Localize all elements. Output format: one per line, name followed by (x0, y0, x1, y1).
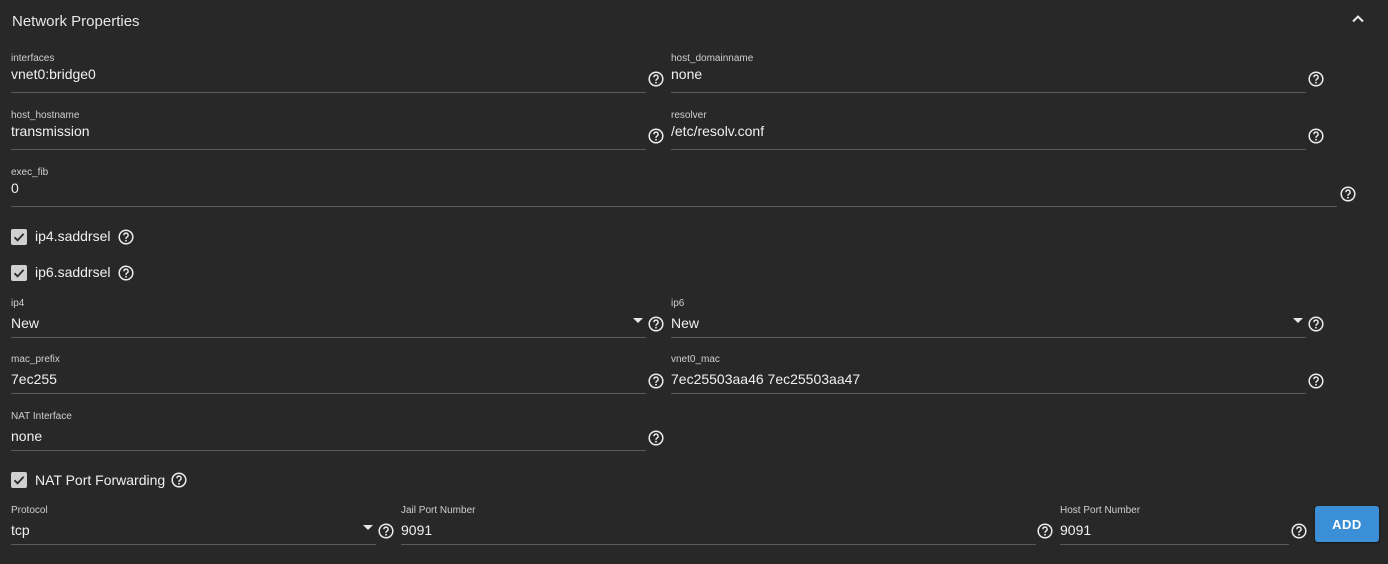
help-icon[interactable] (648, 316, 664, 332)
field-underline (11, 393, 646, 394)
mac-prefix-field[interactable]: mac_prefix 7ec255 (11, 354, 646, 394)
help-icon[interactable] (648, 373, 664, 389)
field-underline (11, 206, 1337, 207)
dropdown-arrow-icon[interactable] (633, 318, 643, 323)
nat-interface-input[interactable]: none (11, 428, 42, 444)
dropdown-arrow-icon[interactable] (1293, 318, 1303, 323)
field-label: ip6 (671, 298, 685, 309)
help-icon[interactable] (648, 71, 664, 87)
ip4-selected-value: New (11, 315, 40, 331)
nat-port-forwarding-checkbox[interactable] (11, 472, 27, 488)
field-underline (671, 149, 1306, 150)
field-label: vnet0_mac (671, 354, 720, 365)
field-label: resolver (671, 110, 707, 121)
jail-port-input[interactable]: 9091 (401, 522, 432, 538)
resolver-field[interactable]: resolver /etc/resolv.conf (671, 110, 1306, 150)
protocol-select[interactable]: Protocol tcp (11, 505, 376, 545)
help-icon[interactable] (1308, 71, 1324, 87)
ip4-saddrsel-label: ip4.saddrsel (35, 228, 111, 244)
ip6-saddrsel-label: ip6.saddrsel (35, 264, 111, 280)
help-icon[interactable] (118, 265, 134, 281)
ip4-saddrsel-checkbox[interactable] (11, 229, 27, 245)
field-underline (671, 393, 1306, 394)
host-domainname-input[interactable]: none (671, 66, 702, 82)
host-domainname-field[interactable]: host_domainname none (671, 53, 1306, 93)
field-label: Host Port Number (1060, 505, 1141, 516)
vnet0-mac-field[interactable]: vnet0_mac 7ec25503aa46 7ec25503aa47 (671, 354, 1306, 394)
vnet0-mac-input[interactable]: 7ec25503aa46 7ec25503aa47 (671, 371, 860, 387)
add-button[interactable]: ADD (1315, 506, 1379, 542)
help-icon[interactable] (648, 430, 664, 446)
ip6-selected-value: New (671, 315, 700, 331)
help-icon[interactable] (1291, 523, 1307, 539)
field-label: exec_fib (11, 167, 49, 178)
ip6-select[interactable]: ip6 New (671, 298, 1306, 338)
ip6-saddrsel-checkbox[interactable] (11, 265, 27, 281)
field-underline (11, 92, 646, 93)
host-port-field[interactable]: Host Port Number 9091 (1060, 505, 1289, 545)
chevron-up-icon[interactable] (1349, 10, 1367, 28)
field-label: Protocol (11, 505, 48, 516)
field-underline (11, 450, 646, 451)
field-underline (671, 337, 1306, 338)
field-label: host_hostname (11, 110, 80, 121)
help-icon[interactable] (1308, 128, 1324, 144)
field-underline (11, 544, 376, 545)
interfaces-field[interactable]: interfaces vnet0:bridge0 (11, 53, 646, 93)
mac-prefix-input[interactable]: 7ec255 (11, 371, 57, 387)
field-label: host_domainname (671, 53, 754, 64)
field-underline (401, 544, 1036, 545)
help-icon[interactable] (1340, 186, 1356, 202)
field-underline (1060, 544, 1289, 545)
field-label: mac_prefix (11, 354, 60, 365)
help-icon[interactable] (171, 472, 187, 488)
nat-port-forwarding-label: NAT Port Forwarding (35, 472, 166, 488)
interfaces-input[interactable]: vnet0:bridge0 (11, 66, 96, 82)
host-hostname-input[interactable]: transmission (11, 123, 90, 139)
help-icon[interactable] (1308, 373, 1324, 389)
field-underline (11, 149, 646, 150)
host-port-input[interactable]: 9091 (1060, 522, 1091, 538)
field-label: interfaces (11, 53, 55, 64)
help-icon[interactable] (1037, 523, 1053, 539)
help-icon[interactable] (1308, 316, 1324, 332)
help-icon[interactable] (378, 523, 394, 539)
help-icon[interactable] (648, 128, 664, 144)
ip4-select[interactable]: ip4 New (11, 298, 646, 338)
protocol-selected-value: tcp (11, 522, 30, 538)
field-label: NAT Interface (11, 411, 72, 422)
jail-port-field[interactable]: Jail Port Number 9091 (401, 505, 1036, 545)
field-label: Jail Port Number (401, 505, 476, 516)
dropdown-arrow-icon[interactable] (363, 525, 373, 530)
resolver-input[interactable]: /etc/resolv.conf (671, 123, 764, 139)
nat-interface-field[interactable]: NAT Interface none (11, 411, 646, 451)
exec-fib-input[interactable]: 0 (11, 180, 19, 196)
field-underline (11, 337, 646, 338)
field-label: ip4 (11, 298, 25, 309)
exec-fib-field[interactable]: exec_fib 0 (11, 167, 1337, 207)
host-hostname-field[interactable]: host_hostname transmission (11, 110, 646, 150)
field-underline (671, 92, 1306, 93)
help-icon[interactable] (118, 229, 134, 245)
section-title: Network Properties (12, 13, 140, 30)
